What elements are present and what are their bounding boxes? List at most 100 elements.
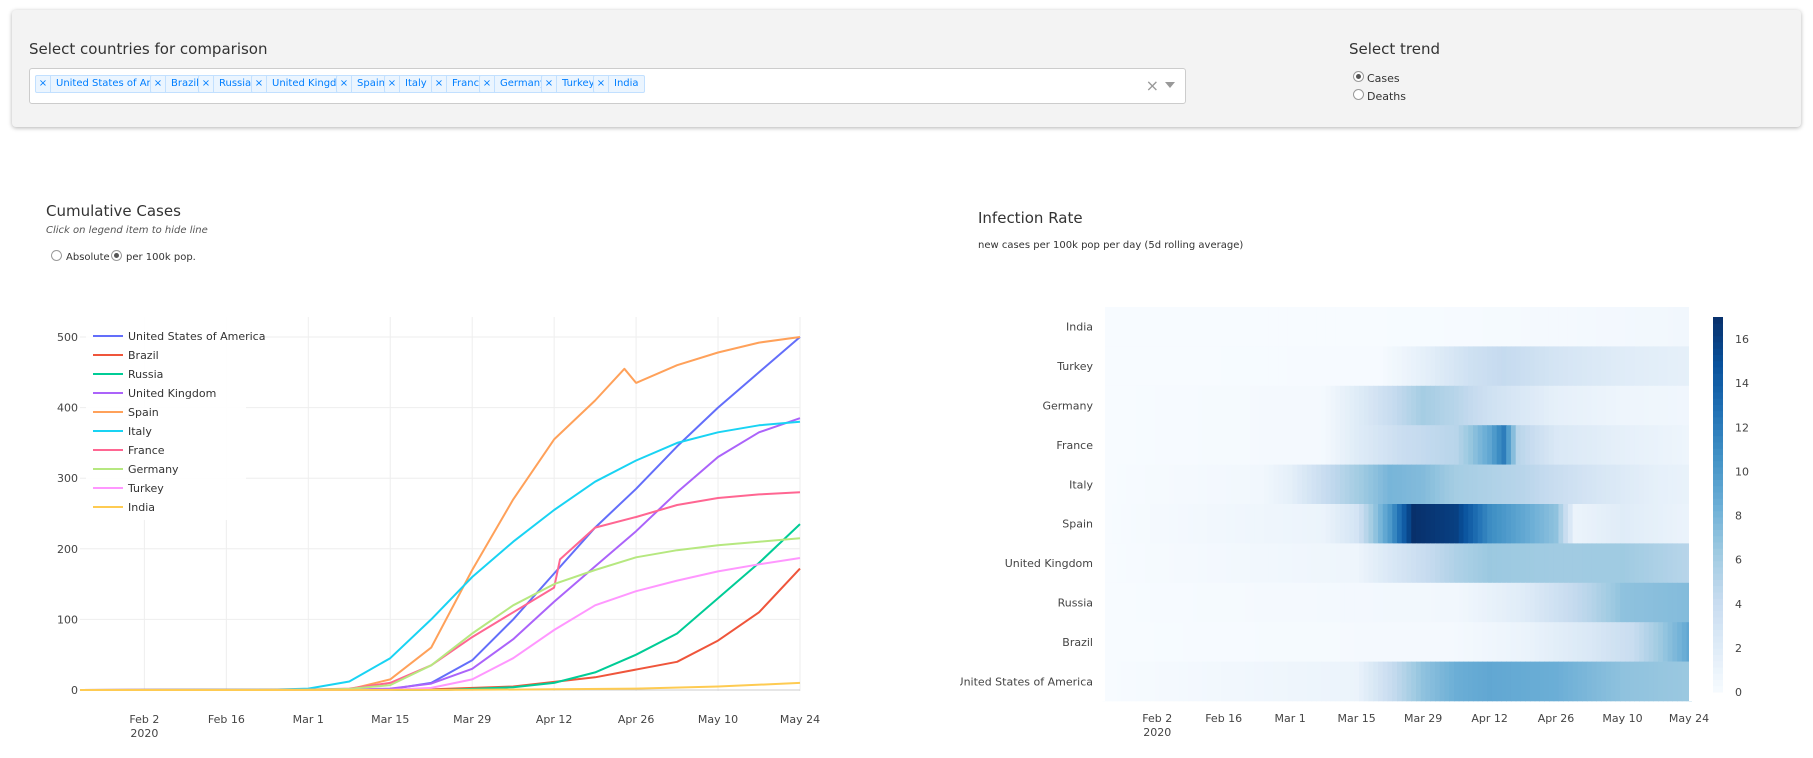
- remove-tag-icon[interactable]: ×: [385, 76, 400, 92]
- heatmap-cell: [1458, 582, 1465, 623]
- heatmap-cell: [1373, 582, 1379, 623]
- heatmap-cell: [1563, 622, 1569, 662]
- heatmap-cell: [1306, 543, 1313, 584]
- heatmap-cell: [1563, 504, 1569, 544]
- heatmap-cell: [1264, 504, 1270, 544]
- heatmap-cell: [1677, 582, 1683, 623]
- heatmap-cell: [1378, 582, 1384, 623]
- heatmap-cell: [1311, 464, 1317, 505]
- heatmap-cell: [1653, 346, 1659, 387]
- heatmap-cell: [1292, 464, 1298, 505]
- series-line[interactable]: [79, 537, 801, 691]
- colorbar-segment: [1713, 467, 1723, 474]
- heatmap-cell: [1197, 425, 1203, 465]
- colorbar-segment: [1713, 323, 1723, 330]
- heatmap-cell: [1116, 582, 1123, 623]
- heatmap-cell: [1496, 346, 1503, 387]
- country-tag[interactable]: × Spain: [336, 75, 391, 93]
- heatmap-cell: [1107, 425, 1113, 465]
- heatmap-cell: [1496, 661, 1503, 702]
- heatmap-cell: [1501, 543, 1507, 584]
- remove-tag-icon[interactable]: ×: [199, 76, 214, 92]
- heatmap-cell: [1330, 582, 1336, 623]
- heatmap-cell: [1487, 385, 1493, 426]
- heatmap-cell: [1116, 504, 1123, 544]
- row-label: Italy: [1069, 478, 1093, 491]
- heatmap-cell: [1449, 622, 1455, 662]
- dropdown-arrow-icon[interactable]: [1165, 82, 1175, 88]
- heatmap-cell: [1173, 543, 1180, 584]
- heatmap-cell: [1131, 425, 1137, 465]
- heatmap-cell: [1240, 464, 1246, 505]
- remove-tag-icon[interactable]: ×: [151, 76, 166, 92]
- heatmap-cell: [1221, 464, 1227, 505]
- country-multiselect[interactable]: × United States of America × Brazil × Russia ×…: [29, 68, 1186, 104]
- heatmap-cell: [1382, 543, 1389, 584]
- heatmap-cell: [1501, 582, 1507, 623]
- colorbar-segment: [1713, 598, 1723, 605]
- country-select-label: Select countries for comparison: [29, 40, 268, 58]
- heatmap-cell: [1544, 504, 1550, 544]
- heatmap-cell: [1620, 504, 1626, 544]
- heatmap-cell: [1463, 504, 1469, 544]
- heatmap-cell: [1240, 425, 1246, 465]
- heatmap-cell: [1278, 464, 1284, 505]
- heatmap-cell: [1449, 385, 1455, 426]
- remove-tag-icon[interactable]: ×: [36, 76, 51, 92]
- country-tag[interactable]: × India: [593, 75, 645, 93]
- colorbar-segment: [1713, 635, 1723, 643]
- infection-rate-heatmap: India Turkey Germany France Italy Spain United…: [960, 307, 1749, 739]
- trend-cases-radio[interactable]: [1353, 71, 1364, 82]
- heatmap-cell: [1415, 385, 1422, 426]
- heatmap-cell: [1610, 582, 1617, 623]
- heatmap-cell: [1563, 582, 1569, 623]
- heatmap-cell: [1178, 582, 1184, 623]
- heatmap-row: [1102, 385, 1692, 426]
- heatmap-cell: [1330, 307, 1336, 347]
- remove-tag-icon[interactable]: ×: [252, 76, 267, 92]
- heatmap-cell: [1368, 307, 1374, 347]
- heatmap-cell: [1349, 582, 1355, 623]
- heatmap-cell: [1245, 425, 1251, 465]
- heatmap-cell: [1173, 385, 1180, 426]
- heatmap-cell: [1387, 307, 1393, 347]
- scale-absolute-radio[interactable]: [51, 250, 62, 261]
- series-line[interactable]: [79, 491, 801, 691]
- heatmap-cell: [1192, 582, 1199, 623]
- remove-tag-icon[interactable]: ×: [337, 76, 352, 92]
- heatmap-cell: [1596, 661, 1602, 702]
- heatmap-cell: [1525, 307, 1531, 347]
- heatmap-cell: [1297, 504, 1303, 544]
- remove-tag-icon[interactable]: ×: [542, 76, 557, 92]
- country-tag[interactable]: × Brazil: [150, 75, 205, 93]
- series-line[interactable]: [79, 557, 801, 691]
- heatmap-cell: [1278, 385, 1284, 426]
- heatmap-cell: [1287, 464, 1294, 505]
- heatmap-cell: [1544, 307, 1550, 347]
- heatmap-cell: [1197, 504, 1203, 544]
- remove-tag-icon[interactable]: ×: [432, 76, 447, 92]
- heatmap-cell: [1335, 504, 1341, 544]
- clear-selection-icon[interactable]: ×: [1146, 76, 1159, 95]
- remove-tag-icon[interactable]: ×: [480, 76, 495, 92]
- heatmap-cell: [1491, 425, 1498, 465]
- heatmap-cell: [1572, 504, 1579, 544]
- country-tag[interactable]: × Turkey: [541, 75, 601, 93]
- heatmap-cell: [1439, 543, 1446, 584]
- heatmap-cell: [1525, 543, 1531, 584]
- remove-tag-icon[interactable]: ×: [594, 76, 609, 92]
- heatmap-cell: [1140, 385, 1146, 426]
- heatmap-cell: [1681, 622, 1688, 662]
- trend-deaths-radio[interactable]: [1353, 89, 1364, 100]
- country-tag[interactable]: × Italy: [384, 75, 433, 93]
- heatmap-cell: [1491, 346, 1498, 387]
- colorbar-segment: [1713, 617, 1723, 624]
- country-tag[interactable]: × Russia: [198, 75, 258, 93]
- heatmap-cell: [1211, 582, 1218, 623]
- heatmap-cell: [1648, 582, 1654, 623]
- heatmap-cell: [1520, 307, 1526, 347]
- colorbar-segment: [1713, 348, 1723, 355]
- scale-per100k-radio[interactable]: [111, 250, 122, 261]
- heatmap-cell: [1420, 661, 1427, 702]
- heatmap-cell: [1340, 661, 1346, 702]
